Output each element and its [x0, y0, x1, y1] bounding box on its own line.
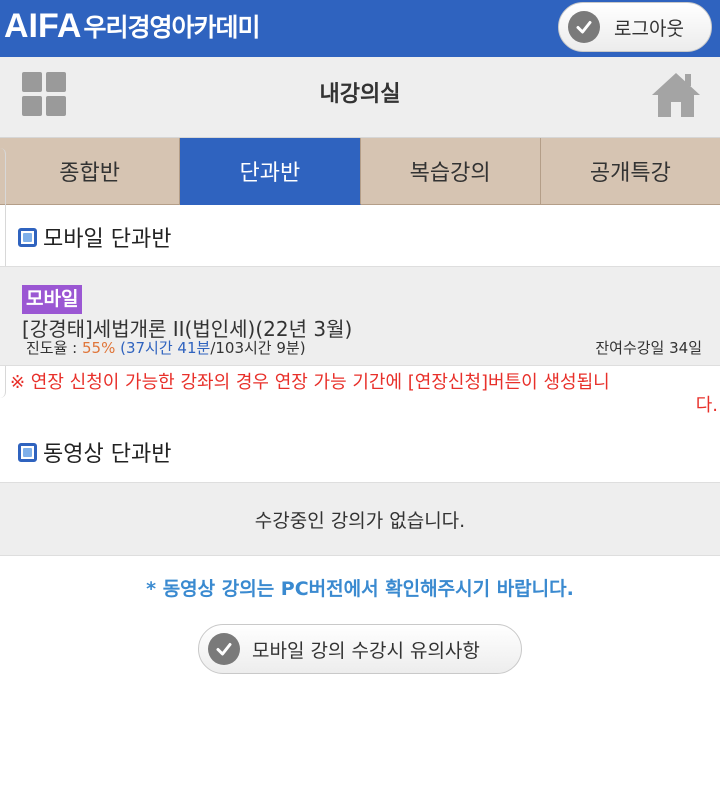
- remaining-days: 잔여수강일 34일: [595, 339, 702, 357]
- video-section-header: 동영상 단과반: [18, 432, 171, 472]
- progress-label: 진도율 :: [26, 339, 82, 357]
- page-title: 내강의실: [319, 82, 401, 107]
- mobile-section-header: 모바일 단과반: [18, 217, 171, 257]
- tab-comprehensive[interactable]: 종합반: [0, 138, 181, 205]
- extension-notice-line2: 다.: [695, 395, 718, 416]
- progress-open-paren: (: [115, 339, 126, 357]
- caution-button-label: 모바일 강의 수강시 유의사항: [252, 639, 480, 662]
- mobile-caution-button[interactable]: 모바일 강의 수강시 유의사항: [198, 624, 522, 674]
- progress-percent: 55%: [82, 339, 116, 357]
- empty-course-message: 수강중인 강의가 없습니다.: [0, 482, 720, 556]
- title-bar: 내강의실: [0, 57, 720, 138]
- logout-button[interactable]: 로그아웃: [558, 2, 712, 52]
- section-title: 모바일 단과반: [43, 227, 172, 252]
- progress-total-time: /103시간 9분): [210, 339, 306, 357]
- tab-single-course[interactable]: 단과반: [180, 138, 361, 205]
- square-bullet-icon: [18, 227, 37, 247]
- extension-notice: ※ 연장 신청이 가능한 강좌의 경우 연장 가능 기간에 [연장신청]버튼이 …: [10, 371, 718, 417]
- mobile-badge: 모바일: [22, 285, 83, 314]
- grid-menu-icon[interactable]: [22, 72, 68, 118]
- course-tabs: 종합반 단과반 복습강의 공개특강: [0, 138, 720, 205]
- section-title: 동영상 단과반: [43, 442, 172, 467]
- course-item[interactable]: 모바일 [강경태]세법개론 II(법인세)(22년 3월) 진도율 : 55% …: [0, 266, 720, 366]
- home-icon[interactable]: [650, 69, 702, 121]
- tab-open-lecture[interactable]: 공개특강: [540, 138, 720, 205]
- brand-name: 우리경영아카데미: [83, 13, 260, 42]
- check-icon: [568, 11, 600, 43]
- extension-notice-line1: ※ 연장 신청이 가능한 강좌의 경우 연장 가능 기간에 [연장신청]버튼이 …: [10, 372, 610, 393]
- brand-logo-text: AIFA: [4, 6, 82, 45]
- check-icon: [208, 633, 240, 665]
- top-header: AIFA 우리경영아카데미 로그아웃: [0, 0, 720, 57]
- progress-info: 진도율 : 55% (37시간 41분/103시간 9분): [26, 337, 306, 358]
- tab-review[interactable]: 복습강의: [360, 138, 541, 205]
- brand-logo[interactable]: AIFA 우리경영아카데미: [4, 6, 260, 46]
- logout-label: 로그아웃: [614, 17, 684, 40]
- pc-version-notice: * 동영상 강의는 PC버전에서 확인해주시기 바랍니다.: [146, 578, 574, 600]
- square-bullet-icon: [18, 442, 37, 462]
- progress-watched-time: 37시간 41분: [125, 339, 211, 357]
